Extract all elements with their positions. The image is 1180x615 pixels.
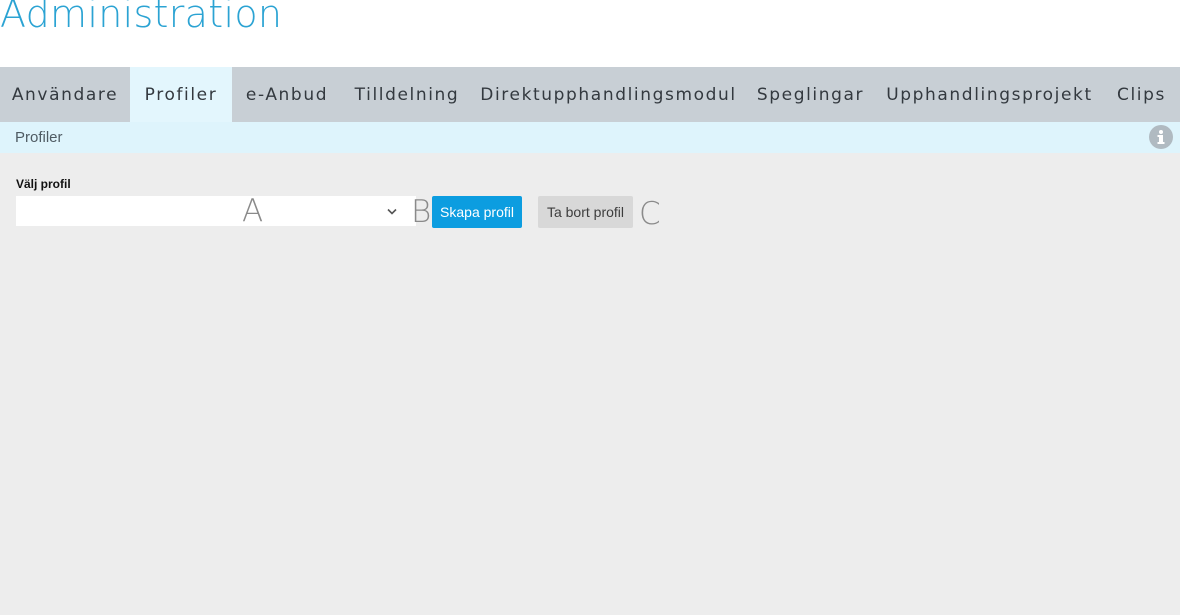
info-icon[interactable] <box>1149 125 1173 149</box>
marker-b: B <box>411 194 432 230</box>
profile-select-label: Välj profil <box>16 177 71 191</box>
delete-profile-button[interactable]: Ta bort profil <box>538 196 633 228</box>
marker-c: C <box>639 196 661 232</box>
page-title: Administration <box>0 0 283 36</box>
tab-e-anbud[interactable]: e-Anbud <box>232 67 342 122</box>
tab-anvandare[interactable]: Användare <box>0 67 130 122</box>
chevron-down-icon <box>387 208 397 215</box>
sub-header: Profiler <box>0 122 1180 153</box>
tab-tilldelning[interactable]: Tilldelning <box>342 67 472 122</box>
profile-select[interactable] <box>16 196 416 226</box>
marker-a: A <box>242 193 264 229</box>
tab-upphandlingsprojekt[interactable]: Upphandlingsprojekt <box>876 67 1103 122</box>
header: Administration <box>0 0 1180 67</box>
tab-direktupphandlingsmodul[interactable]: Direktupphandlingsmodul <box>472 67 745 122</box>
section-title: Profiler <box>15 129 63 146</box>
tab-profiler[interactable]: Profiler <box>130 67 232 122</box>
tab-bar: Användare Profiler e-Anbud Tilldelning D… <box>0 67 1180 122</box>
tab-speglingar[interactable]: Speglingar <box>745 67 876 122</box>
tab-clips[interactable]: Clips <box>1103 67 1180 122</box>
create-profile-button[interactable]: Skapa profil <box>432 196 522 228</box>
